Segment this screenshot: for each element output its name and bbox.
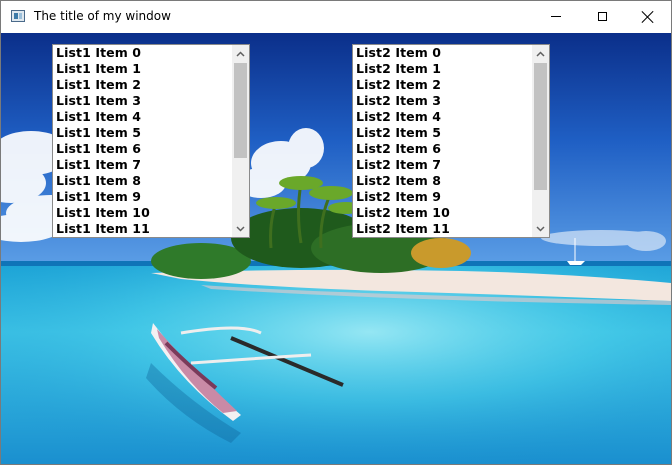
scroll-up-button[interactable] xyxy=(232,45,249,62)
scroll-down-button[interactable] xyxy=(232,220,249,237)
listbox-2-scrollbar[interactable] xyxy=(532,45,549,237)
list-item[interactable]: List2 Item 9 xyxy=(353,189,533,205)
window-client-area: List1 Item 0 List1 Item 1 List1 Item 2 L… xyxy=(1,33,671,464)
window-title: The title of my window xyxy=(34,9,171,23)
list-item[interactable]: List2 Item 8 xyxy=(353,173,533,189)
listbox-1-scrollbar[interactable] xyxy=(232,45,249,237)
minimize-button[interactable] xyxy=(533,1,579,32)
list-item[interactable]: List2 Item 3 xyxy=(353,93,533,109)
listbox-2[interactable]: List2 Item 0 List2 Item 1 List2 Item 2 L… xyxy=(352,44,550,238)
listbox-1-items[interactable]: List1 Item 0 List1 Item 1 List1 Item 2 L… xyxy=(53,45,233,237)
scroll-thumb[interactable] xyxy=(534,63,547,190)
list-item[interactable]: List2 Item 2 xyxy=(353,77,533,93)
scroll-up-button[interactable] xyxy=(532,45,549,62)
chevron-up-icon xyxy=(236,50,245,57)
chevron-up-icon xyxy=(536,50,545,57)
list-item[interactable]: List2 Item 4 xyxy=(353,109,533,125)
list-item[interactable]: List1 Item 1 xyxy=(53,61,233,77)
list-item[interactable]: List1 Item 9 xyxy=(53,189,233,205)
list-item[interactable]: List1 Item 10 xyxy=(53,205,233,221)
app-window-icon xyxy=(11,10,25,22)
listbox-1[interactable]: List1 Item 0 List1 Item 1 List1 Item 2 L… xyxy=(52,44,250,238)
list-item[interactable]: List2 Item 6 xyxy=(353,141,533,157)
minimize-icon xyxy=(551,16,561,17)
list-item[interactable]: List2 Item 0 xyxy=(353,45,533,61)
list-item[interactable]: List1 Item 6 xyxy=(53,141,233,157)
list-item[interactable]: List1 Item 3 xyxy=(53,93,233,109)
chevron-down-icon xyxy=(236,225,245,232)
listbox-2-items[interactable]: List2 Item 0 List2 Item 1 List2 Item 2 L… xyxy=(353,45,533,237)
list-item[interactable]: List2 Item 7 xyxy=(353,157,533,173)
scroll-down-button[interactable] xyxy=(532,220,549,237)
list-item[interactable]: List2 Item 5 xyxy=(353,125,533,141)
title-bar[interactable]: The title of my window xyxy=(1,1,671,32)
maximize-icon xyxy=(597,12,607,21)
list-item[interactable]: List1 Item 0 xyxy=(53,45,233,61)
close-icon xyxy=(642,11,654,23)
maximize-button[interactable] xyxy=(579,1,625,32)
list-item[interactable]: List1 Item 5 xyxy=(53,125,233,141)
list-item[interactable]: List2 Item 10 xyxy=(353,205,533,221)
list-item[interactable]: List2 Item 1 xyxy=(353,61,533,77)
list-item[interactable]: List1 Item 8 xyxy=(53,173,233,189)
list-item[interactable]: List2 Item 11 xyxy=(353,221,533,237)
chevron-down-icon xyxy=(536,225,545,232)
list-item[interactable]: List1 Item 4 xyxy=(53,109,233,125)
close-button[interactable] xyxy=(625,1,671,32)
list-item[interactable]: List1 Item 7 xyxy=(53,157,233,173)
list-item[interactable]: List1 Item 11 xyxy=(53,221,233,237)
app-window: The title of my window List1 Item 0 List… xyxy=(0,0,672,465)
scroll-thumb[interactable] xyxy=(234,63,247,158)
list-item[interactable]: List1 Item 2 xyxy=(53,77,233,93)
